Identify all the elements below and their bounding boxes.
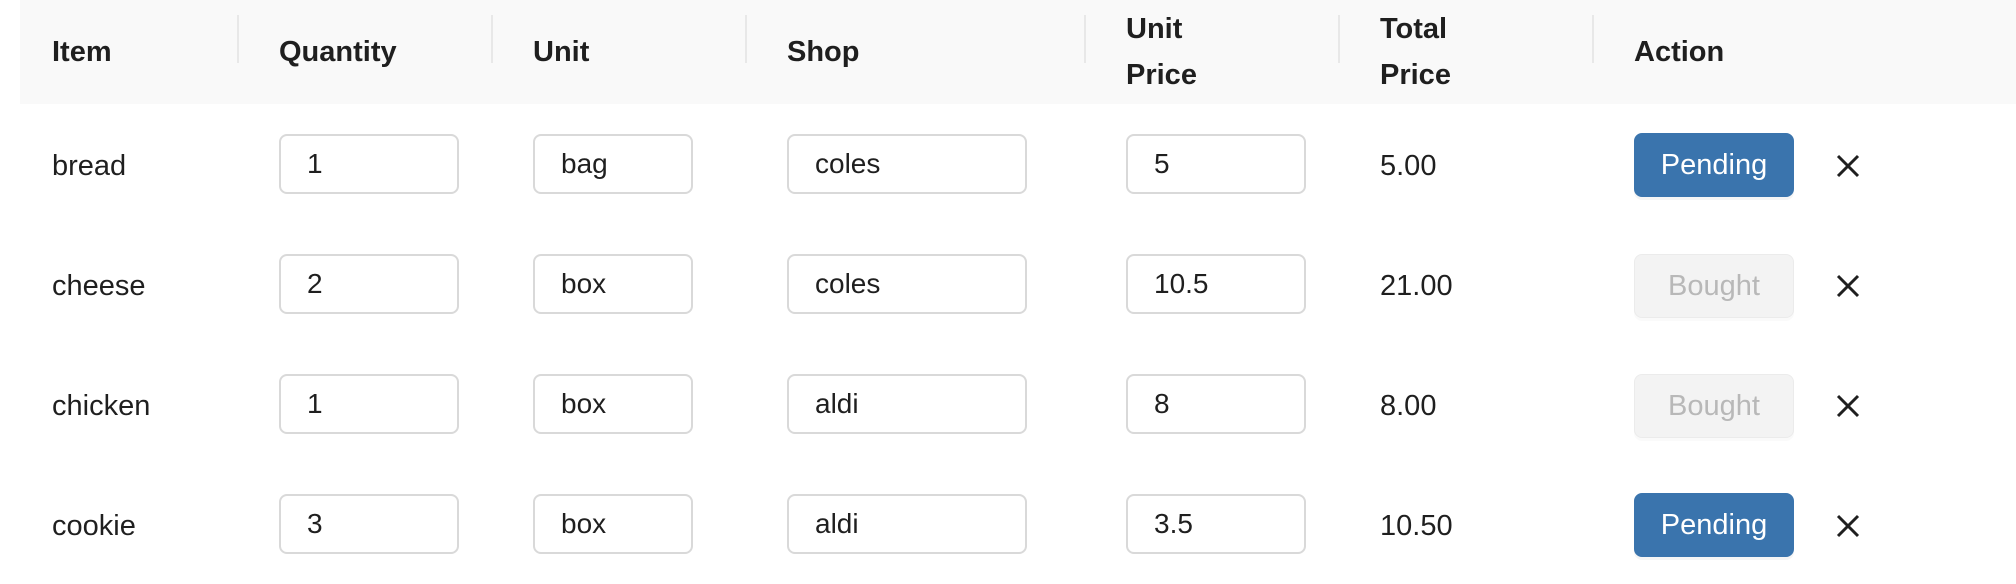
quantity-input[interactable] <box>279 494 459 554</box>
column-divider <box>1338 15 1340 63</box>
table-row: bread 5.00 Pending <box>0 106 2016 226</box>
column-header-shop: Shop <box>787 36 860 68</box>
quantity-input[interactable] <box>279 254 459 314</box>
column-header-quantity: Quantity <box>279 36 397 68</box>
unit-input[interactable] <box>533 254 693 314</box>
close-icon[interactable] <box>1828 146 1868 186</box>
column-divider <box>1084 15 1086 63</box>
table-row: cheese 21.00 Bought <box>0 226 2016 346</box>
bought-button[interactable]: Bought <box>1634 374 1794 438</box>
item-name: cheese <box>52 270 146 302</box>
column-divider <box>237 15 239 63</box>
bought-button[interactable]: Bought <box>1634 254 1794 318</box>
column-divider <box>1592 15 1594 63</box>
unit-input[interactable] <box>533 374 693 434</box>
shopping-list-table: Item Quantity Unit Shop Unit Price Total… <box>0 0 2016 584</box>
shop-input[interactable] <box>787 494 1027 554</box>
close-icon[interactable] <box>1828 386 1868 426</box>
shop-input[interactable] <box>787 254 1027 314</box>
column-header-unit: Unit <box>533 36 590 68</box>
column-header-total-price: Total Price <box>1380 13 1451 91</box>
total-price: 8.00 <box>1380 390 1437 422</box>
item-name: cookie <box>52 510 136 542</box>
unit-input[interactable] <box>533 494 693 554</box>
unit-price-input[interactable] <box>1126 374 1306 434</box>
column-header-item: Item <box>52 36 112 68</box>
shop-input[interactable] <box>787 374 1027 434</box>
item-name: bread <box>52 150 127 182</box>
column-header-unit-price: Unit Price <box>1126 13 1197 91</box>
column-divider <box>491 15 493 63</box>
table-row: chicken 8.00 Bought <box>0 346 2016 466</box>
close-icon[interactable] <box>1828 266 1868 306</box>
unit-price-input[interactable] <box>1126 494 1306 554</box>
total-price: 5.00 <box>1380 150 1437 182</box>
unit-input[interactable] <box>533 134 693 194</box>
unit-price-input[interactable] <box>1126 134 1306 194</box>
unit-price-input[interactable] <box>1126 254 1306 314</box>
pending-button[interactable]: Pending <box>1634 493 1794 557</box>
shop-input[interactable] <box>787 134 1027 194</box>
quantity-input[interactable] <box>279 374 459 434</box>
total-price: 10.50 <box>1380 510 1453 542</box>
pending-button[interactable]: Pending <box>1634 133 1794 197</box>
table-row: cookie 10.50 Pending <box>0 466 2016 584</box>
column-divider <box>745 15 747 63</box>
item-name: chicken <box>52 390 151 422</box>
total-price: 21.00 <box>1380 270 1453 302</box>
close-icon[interactable] <box>1828 506 1868 546</box>
column-header-action: Action <box>1634 36 1725 68</box>
quantity-input[interactable] <box>279 134 459 194</box>
